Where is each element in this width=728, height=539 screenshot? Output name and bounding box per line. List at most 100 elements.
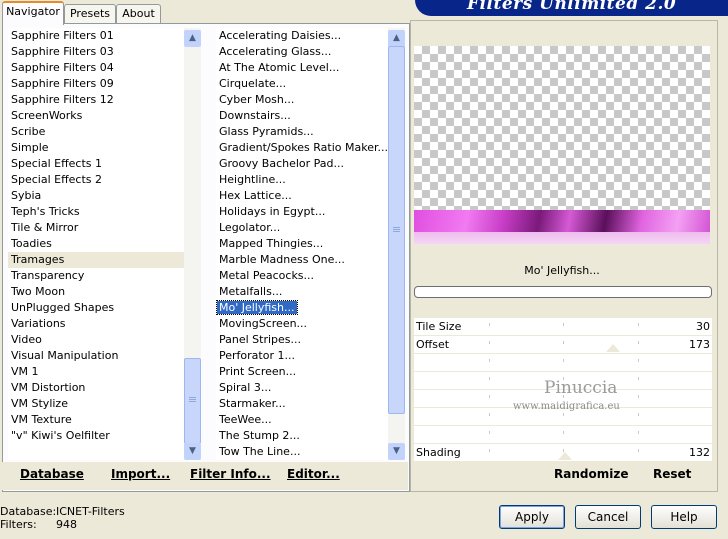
list-item-label: Special Effects 2: [11, 173, 103, 186]
filter-scrollbar[interactable]: ▲ ▼: [388, 28, 405, 460]
chevron-down-icon: ▼: [393, 446, 400, 456]
database-button[interactable]: Database: [20, 467, 84, 481]
list-item[interactable]: Sapphire Filters 04: [8, 60, 184, 76]
list-item[interactable]: Mo' Jellyfish...: [216, 300, 388, 316]
list-item[interactable]: Variations: [8, 316, 184, 332]
list-item[interactable]: "v" Kiwi's Oelfilter: [8, 428, 184, 444]
list-item[interactable]: ScreenWorks: [8, 108, 184, 124]
list-item[interactable]: Transparency: [8, 268, 184, 284]
scroll-up-button[interactable]: ▲: [184, 30, 201, 47]
slider-value: 30: [696, 320, 710, 333]
list-item[interactable]: VM 1: [8, 364, 184, 380]
list-item[interactable]: VM Distortion: [8, 380, 184, 396]
list-item-label: Video: [11, 333, 42, 346]
tab-about[interactable]: About: [116, 4, 161, 23]
list-item-label: VM Distortion: [11, 381, 86, 394]
tab-presets[interactable]: Presets: [64, 4, 116, 23]
list-item-label: Perforator 1...: [219, 349, 295, 362]
list-item[interactable]: Metal Peacocks...: [216, 268, 388, 284]
scroll-thumb[interactable]: [388, 46, 405, 414]
list-item[interactable]: Metalfalls...: [216, 284, 388, 300]
slider-thumb[interactable]: [558, 452, 572, 460]
list-item[interactable]: Visual Manipulation: [8, 348, 184, 364]
list-item[interactable]: Sapphire Filters 12: [8, 92, 184, 108]
status-filters-label: Filters:: [0, 518, 37, 531]
list-item[interactable]: Cirquelate...: [216, 76, 388, 92]
list-item-label: Two Moon: [11, 285, 66, 298]
scroll-down-button[interactable]: ▼: [388, 443, 405, 460]
scroll-down-button[interactable]: ▼: [184, 443, 201, 460]
list-item[interactable]: UnPlugged Shapes: [8, 300, 184, 316]
list-item[interactable]: Hex Lattice...: [216, 188, 388, 204]
slider-thumb[interactable]: [606, 344, 620, 352]
list-item[interactable]: VM Stylize: [8, 396, 184, 412]
list-item-label: At The Atomic Level...: [219, 61, 340, 74]
list-item[interactable]: Sapphire Filters 03: [8, 44, 184, 60]
watermark-url: www.maidigrafica.eu: [513, 401, 620, 412]
apply-button[interactable]: Apply: [499, 505, 565, 529]
list-item[interactable]: Groovy Bachelor Pad...: [216, 156, 388, 172]
list-item[interactable]: Print Screen...: [216, 364, 388, 380]
status-filters-value: 948: [56, 518, 77, 531]
list-item-label: Transparency: [11, 269, 85, 282]
list-item[interactable]: Cyber Mosh...: [216, 92, 388, 108]
list-item[interactable]: Heightline...: [216, 172, 388, 188]
list-item[interactable]: Tile & Mirror: [8, 220, 184, 236]
randomize-button[interactable]: Randomize: [554, 467, 628, 481]
category-scrollbar[interactable]: ▲ ▼: [184, 28, 201, 460]
tab-navigator[interactable]: Navigator: [2, 1, 64, 25]
list-item[interactable]: Legolator...: [216, 220, 388, 236]
list-item[interactable]: Panel Stripes...: [216, 332, 388, 348]
list-item[interactable]: Glass Pyramids...: [216, 124, 388, 140]
chevron-up-icon: ▲: [393, 33, 400, 43]
preview-filter-name: Mo' Jellyfish...: [524, 264, 600, 277]
reset-button[interactable]: Reset: [653, 467, 691, 481]
list-item[interactable]: MovingScreen...: [216, 316, 388, 332]
list-item[interactable]: Sapphire Filters 09: [8, 76, 184, 92]
slider-value: 173: [689, 338, 710, 351]
help-button[interactable]: Help: [651, 505, 717, 529]
list-item-label: Spiral 3...: [219, 381, 272, 394]
list-item[interactable]: Tow The Line...: [216, 444, 388, 460]
scroll-thumb[interactable]: [184, 358, 201, 444]
list-item[interactable]: Scribe: [8, 124, 184, 140]
list-item[interactable]: The Stump 2...: [216, 428, 388, 444]
list-item[interactable]: Mapped Thingies...: [216, 236, 388, 252]
list-item[interactable]: Gradient/Spokes Ratio Maker...: [216, 140, 388, 156]
list-item[interactable]: VM Texture: [8, 412, 184, 428]
list-item[interactable]: Holidays in Egypt...: [216, 204, 388, 220]
category-list[interactable]: Sapphire Filters 01 Sapphire Filters 03 Sa…: [8, 28, 184, 460]
list-item[interactable]: Tramages: [8, 252, 184, 268]
scroll-up-button[interactable]: ▲: [388, 30, 405, 47]
list-item[interactable]: TeeWee...: [216, 412, 388, 428]
list-item-label: Visual Manipulation: [11, 349, 119, 362]
list-item[interactable]: Starmaker...: [216, 396, 388, 412]
slider-offset[interactable]: Offset 173: [414, 336, 712, 353]
list-item[interactable]: At The Atomic Level...: [216, 60, 388, 76]
slider-tile-size[interactable]: Tile Size 30: [414, 318, 712, 335]
list-item-label: Toadies: [11, 237, 52, 250]
list-item[interactable]: Sybia: [8, 188, 184, 204]
filter-info-button[interactable]: Filter Info...: [190, 467, 271, 481]
list-item[interactable]: Accelerating Glass...: [216, 44, 388, 60]
list-item[interactable]: Perforator 1...: [216, 348, 388, 364]
list-item[interactable]: Spiral 3...: [216, 380, 388, 396]
list-item[interactable]: Sapphire Filters 01: [8, 28, 184, 44]
list-item[interactable]: Toadies: [8, 236, 184, 252]
list-item[interactable]: Accelerating Daisies...: [216, 28, 388, 44]
import-button[interactable]: Import...: [111, 467, 170, 481]
editor-button[interactable]: Editor...: [287, 467, 340, 481]
list-item[interactable]: Downstairs...: [216, 108, 388, 124]
list-item[interactable]: Marble Madness One...: [216, 252, 388, 268]
list-item[interactable]: Simple: [8, 140, 184, 156]
list-item-label: Sapphire Filters 09: [11, 77, 114, 90]
list-item[interactable]: Video: [8, 332, 184, 348]
list-item-label: Special Effects 1: [11, 157, 103, 170]
list-item[interactable]: Teph's Tricks: [8, 204, 184, 220]
list-item[interactable]: Special Effects 2: [8, 172, 184, 188]
list-item[interactable]: Two Moon: [8, 284, 184, 300]
cancel-button[interactable]: Cancel: [575, 505, 641, 529]
list-item-label: Metalfalls...: [219, 285, 283, 298]
list-item[interactable]: Special Effects 1: [8, 156, 184, 172]
filter-list[interactable]: Accelerating Daisies... Accelerating Glas…: [216, 28, 388, 460]
